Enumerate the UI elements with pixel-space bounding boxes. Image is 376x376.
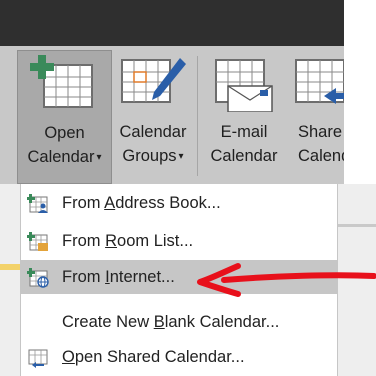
label-line1: Calendar	[119, 123, 187, 141]
share-calendar-button[interactable]: Share Calend	[284, 50, 344, 184]
menu-item-label: From Room List...	[62, 232, 194, 250]
open-calendar-label: Open Calendar ▾	[18, 121, 111, 170]
menu-item-from-room-list[interactable]: From Room List...	[21, 224, 337, 258]
ribbon: Open Calendar ▾ Calendar Groups ▾ E-mail…	[0, 0, 344, 184]
label-line2: Calendar	[210, 147, 278, 165]
menu-item-label: Create New Blank Calendar...	[62, 313, 280, 331]
label-line2: Calendar ▾	[27, 148, 102, 166]
email-calendar-icon	[215, 59, 273, 112]
shared-calendar-icon	[28, 349, 48, 368]
menu-item-label: From Address Book...	[62, 194, 221, 212]
open-calendar-button[interactable]: Open Calendar ▾	[17, 50, 112, 184]
calendar-groups-icon	[121, 58, 186, 103]
annotation-arrow-icon	[197, 263, 376, 297]
share-calendar-label: Share Calend	[298, 120, 344, 168]
menu-item-open-shared-calendar[interactable]: Open Shared Calendar...	[21, 340, 337, 374]
menu-item-from-address-book[interactable]: From Address Book...	[21, 186, 337, 220]
label-line2: Groups ▾	[122, 147, 184, 165]
label-line2: Calend	[298, 147, 344, 165]
dropdown-caret-icon: ▾	[178, 150, 184, 162]
calendar-groups-label: Calendar Groups ▾	[114, 120, 192, 169]
label-line1: E-mail	[220, 123, 268, 141]
ribbon-divider	[197, 56, 198, 176]
room-list-calendar-icon	[27, 232, 48, 251]
menu-item-label: From Internet...	[62, 268, 175, 286]
email-calendar-button[interactable]: E-mail Calendar	[204, 50, 284, 184]
background-left	[0, 184, 20, 376]
share-calendar-icon	[295, 59, 344, 104]
calendar-groups-button[interactable]: Calendar Groups ▾	[114, 50, 192, 184]
address-book-calendar-icon	[27, 194, 48, 213]
title-bar-strip	[0, 0, 344, 46]
dropdown-caret-icon: ▾	[96, 151, 102, 163]
internet-calendar-icon	[27, 268, 49, 288]
label-line1: Share	[298, 123, 343, 141]
menu-item-label: Open Shared Calendar...	[62, 348, 245, 366]
email-calendar-label: E-mail Calendar	[204, 120, 284, 168]
label-line1: Open	[44, 124, 85, 142]
calendar-add-icon	[30, 55, 93, 108]
menu-item-create-new-blank-calendar[interactable]: Create New Blank Calendar...	[21, 305, 337, 339]
